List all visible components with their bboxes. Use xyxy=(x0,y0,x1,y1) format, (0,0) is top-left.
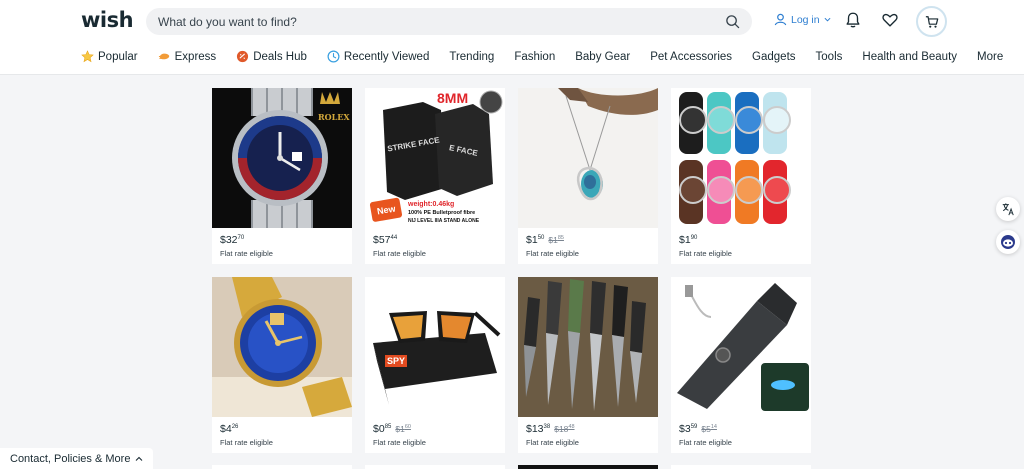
site-header: wish Log in Popular xyxy=(0,0,1024,75)
user-icon xyxy=(774,13,787,26)
price-row: $085 $160 xyxy=(373,423,411,435)
flat-rate-label: Flat rate eligible xyxy=(526,438,579,447)
contact-policies-link[interactable]: Contact, Policies & More xyxy=(0,448,154,469)
bell-icon[interactable] xyxy=(844,11,862,29)
armor-level-text: NIJ LEVEL IIIA STAND ALONE xyxy=(408,218,480,224)
wish-logo[interactable]: wish xyxy=(81,8,134,32)
watch-brand-text: ROLEX xyxy=(318,112,350,122)
price-row: $190 xyxy=(679,234,697,246)
heart-icon[interactable] xyxy=(881,11,899,29)
nav-item-tools[interactable]: Tools xyxy=(816,51,843,63)
price: $426 xyxy=(220,423,239,435)
product-card[interactable]: ROLEX $3270 Flat rate eligible xyxy=(212,88,352,264)
chevron-down-icon xyxy=(824,17,831,22)
product-card-peek[interactable] xyxy=(671,465,811,469)
sunglasses-brand-text: SPY xyxy=(387,356,406,366)
contact-policies-label: Contact, Policies & More xyxy=(10,452,131,465)
product-card[interactable]: $1338 $1848 Flat rate eligible xyxy=(518,277,658,453)
flat-rate-label: Flat rate eligible xyxy=(373,438,426,447)
armor-weight-text: weight:0.46kg xyxy=(408,201,455,208)
nav-item-gadgets[interactable]: Gadgets xyxy=(752,51,795,63)
product-card[interactable]: $426 Flat rate eligible xyxy=(212,277,352,453)
nav-item-baby-gear[interactable]: Baby Gear xyxy=(575,51,630,63)
nav-item-popular[interactable]: Popular xyxy=(81,50,138,63)
deals-icon xyxy=(237,50,249,63)
product-card-peek[interactable] xyxy=(212,465,352,469)
price-row: $5744 xyxy=(373,234,397,246)
flat-rate-label: Flat rate eligible xyxy=(220,438,273,447)
product-grid: ROLEX $3270 Flat rate eligible 8MM STRIK… xyxy=(212,88,812,453)
product-card[interactable]: $190 Flat rate eligible xyxy=(671,88,811,264)
price: $150 xyxy=(526,234,545,246)
chevron-up-icon xyxy=(136,456,143,461)
price: $3270 xyxy=(220,234,245,246)
search-input[interactable] xyxy=(158,14,698,29)
nav-item-recently-viewed[interactable]: Recently Viewed xyxy=(327,50,429,63)
product-card-peek[interactable] xyxy=(365,465,505,469)
nav-item-more[interactable]: More xyxy=(977,51,1003,63)
flat-rate-label: Flat rate eligible xyxy=(526,249,579,258)
product-card[interactable]: SPY $085 $160 Flat rate eligible xyxy=(365,277,505,453)
login-button[interactable]: Log in xyxy=(774,13,831,26)
product-image-sunglasses[interactable]: SPY xyxy=(365,277,505,417)
price-row: $426 xyxy=(220,423,238,435)
armor-fibre-text: 100% PE Bulletproof fibre xyxy=(408,210,476,216)
price-row: $150 $185 xyxy=(526,234,564,246)
armor-thickness-text: 8MM xyxy=(437,90,469,106)
original-price: $185 xyxy=(548,235,564,245)
original-price: $1848 xyxy=(554,424,575,434)
assistant-button[interactable] xyxy=(996,230,1020,254)
flat-rate-label: Flat rate eligible xyxy=(679,438,732,447)
product-image-armor[interactable]: 8MM STRIKE FACE E FACE New weight:0.46kg… xyxy=(365,88,505,228)
product-image-pendant[interactable] xyxy=(518,88,658,228)
price-row: $3270 xyxy=(220,234,244,246)
nav-item-trending[interactable]: Trending xyxy=(449,51,494,63)
nav-item-express[interactable]: Express xyxy=(158,50,216,63)
price: $190 xyxy=(679,234,698,246)
nav-item-health-and-beauty[interactable]: Health and Beauty xyxy=(862,51,957,63)
login-label: Log in xyxy=(791,13,820,26)
translate-button[interactable] xyxy=(996,197,1020,221)
price: $5744 xyxy=(373,234,398,246)
original-price: $514 xyxy=(701,424,717,434)
product-image-watch[interactable]: ROLEX xyxy=(212,88,352,228)
product-card[interactable]: 8MM STRIKE FACE E FACE New weight:0.46kg… xyxy=(365,88,505,264)
original-price: $160 xyxy=(395,424,411,434)
flat-rate-label: Flat rate eligible xyxy=(679,249,732,258)
assistant-bot-icon xyxy=(1001,235,1015,249)
nav-item-pet-accessories[interactable]: Pet Accessories xyxy=(650,51,732,63)
product-image-flashlight[interactable] xyxy=(671,277,811,417)
category-nav: Popular Express Deals Hub Recently Viewe… xyxy=(81,50,1003,63)
product-image-silicone-watches[interactable] xyxy=(671,88,811,228)
express-icon xyxy=(158,53,169,60)
price-row: $1338 $1848 xyxy=(526,423,575,435)
price: $359 xyxy=(679,423,698,435)
product-card-peek[interactable] xyxy=(518,465,658,469)
cart-button[interactable] xyxy=(916,6,947,37)
nav-item-fashion[interactable]: Fashion xyxy=(514,51,555,63)
search-bar[interactable] xyxy=(146,8,752,35)
search-icon[interactable] xyxy=(725,14,740,29)
product-image-knives[interactable] xyxy=(518,277,658,417)
product-card[interactable]: $150 $185 Flat rate eligible xyxy=(518,88,658,264)
flat-rate-label: Flat rate eligible xyxy=(220,249,273,258)
flat-rate-label: Flat rate eligible xyxy=(373,249,426,258)
price: $085 xyxy=(373,423,392,435)
price-row: $359 $514 xyxy=(679,423,717,435)
cart-icon xyxy=(925,15,938,28)
product-image-gold-watch[interactable] xyxy=(212,277,352,417)
translate-icon xyxy=(1002,203,1014,216)
nav-item-deals-hub[interactable]: Deals Hub xyxy=(236,50,307,63)
clock-icon xyxy=(327,50,340,63)
star-icon xyxy=(81,50,94,63)
product-card[interactable]: $359 $514 Flat rate eligible xyxy=(671,277,811,453)
price: $1338 xyxy=(526,423,551,435)
